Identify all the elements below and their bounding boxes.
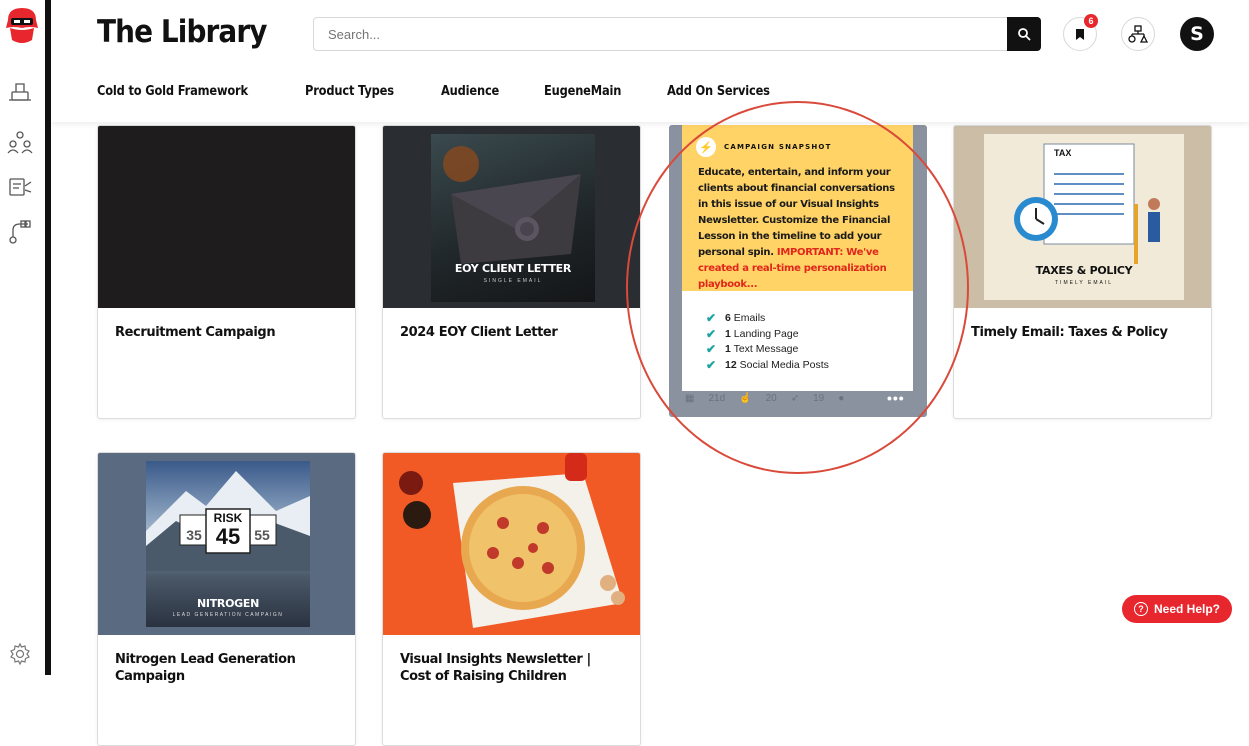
pizza-illustration <box>399 453 625 628</box>
asset-label: Emails <box>733 312 766 324</box>
bookmark-icon <box>1076 28 1084 40</box>
checkmark-icon: ✔ <box>706 311 717 325</box>
bookmarks-button[interactable]: 6 <box>1063 14 1098 51</box>
hierarchy-shapes-icon <box>1128 25 1148 43</box>
menu-item-cold-to-gold[interactable]: Cold to Gold Framework <box>97 84 248 99</box>
thumb-subtitle: SINGLE EMAIL <box>483 278 543 284</box>
menu-item-audience[interactable]: Audience <box>441 84 499 99</box>
calendar-icon: ▦ <box>685 393 695 404</box>
list-item: ✔ 1 Landing Page <box>706 327 829 343</box>
stat-days: 21d <box>708 393 726 404</box>
stat-likes: 20 <box>765 393 777 404</box>
asset-list: ✔ 6 Emails ✔ 1 Landing Page ✔ 1 Text Messag… <box>706 311 829 373</box>
card-title: Recruitment Campaign <box>115 325 276 340</box>
menu-item-add-on-services[interactable]: Add On Services <box>667 84 770 99</box>
rocket-icon: ➶ <box>790 393 800 404</box>
thumb-title: NITROGEN <box>197 597 259 610</box>
bookmark-count-badge: 6 <box>1084 14 1098 28</box>
category-menu: Cold to Gold Framework Product Types Aud… <box>97 84 784 99</box>
snapshot-description: Educate, entertain, and inform your clie… <box>698 165 903 293</box>
snapshot-label: CAMPAIGN SNAPSHOT <box>724 143 832 151</box>
inbox-tray-icon[interactable] <box>6 78 34 106</box>
asset-count: 1 <box>725 327 731 340</box>
campaign-card[interactable]: EOY CLIENT LETTER SINGLE EMAIL 2024 EOY … <box>382 125 641 419</box>
hand-icon: ☝ <box>739 393 752 404</box>
asset-label: Landing Page <box>733 327 799 340</box>
campaign-card[interactable]: Visual Insights Newsletter | Cost of Rai… <box>382 452 641 746</box>
card-title: Nitrogen Lead Generation Campaign <box>115 652 296 684</box>
question-icon: ? <box>1134 602 1148 616</box>
list-item: ✔ 6 Emails <box>706 311 829 327</box>
need-help-button[interactable]: ? Need Help? <box>1122 595 1233 623</box>
search-input[interactable] <box>313 17 1041 51</box>
left-rail <box>0 0 45 675</box>
page-title: The Library <box>97 14 267 50</box>
asset-label: Social Media Posts <box>739 358 829 371</box>
checkmark-icon: ✔ <box>706 342 717 356</box>
snapshot-assets: ✔ 6 Emails ✔ 1 Landing Page ✔ 1 Text Messag… <box>682 291 913 391</box>
card-thumbnail <box>98 126 355 308</box>
thumb-tag: TAX <box>1054 148 1072 158</box>
mountain-image: RISK 45 35 55 NITROGEN LEAD GENERATION C… <box>146 461 310 627</box>
card-thumbnail: EOY CLIENT LETTER SINGLE EMAIL <box>383 126 640 308</box>
lightning-bolt-icon: ⚡ <box>696 137 716 157</box>
asset-count: 1 <box>725 343 731 355</box>
card-title: Visual Insights Newsletter | Cost of Rai… <box>400 652 591 684</box>
search-button[interactable] <box>1007 17 1041 51</box>
list-item: ✔ 12 Social Media Posts <box>706 358 829 374</box>
help-label: Need Help? <box>1154 602 1221 616</box>
card-thumbnail <box>383 453 640 635</box>
thumb-title: EOY CLIENT LETTER <box>454 262 572 275</box>
envelope-image: EOY CLIENT LETTER SINGLE EMAIL <box>431 134 595 302</box>
checkmark-icon: ✔ <box>706 326 717 341</box>
campaign-card[interactable]: RISK 45 35 55 NITROGEN LEAD GENERATION C… <box>97 452 356 746</box>
envelope-illustration <box>443 146 581 264</box>
thumb-subtitle: TIMELY EMAIL <box>1055 280 1113 286</box>
stat-launches: 19 <box>813 393 825 404</box>
workflow-icon[interactable] <box>6 218 34 246</box>
snapshot-text: Educate, entertain, and inform your clie… <box>698 167 895 258</box>
campaign-snapshot-overlay[interactable]: ⚡ CAMPAIGN SNAPSHOT Educate, entertain, … <box>669 125 927 417</box>
risk-left-value: 35 <box>186 527 202 543</box>
card-thumbnail: RISK 45 35 55 NITROGEN LEAD GENERATION C… <box>98 453 355 635</box>
announcement-icon[interactable] <box>6 174 34 202</box>
user-avatar[interactable]: S <box>1180 17 1214 51</box>
card-title: Timely Email: Taxes & Policy <box>971 325 1168 340</box>
thumb-subtitle: LEAD GENERATION CAMPAIGN <box>172 612 284 618</box>
card-title: 2024 EOY Client Letter <box>400 325 558 340</box>
check-circle-icon: ● <box>838 393 845 404</box>
card-thumbnail: TAX TAXES & POLICY TIMELY EMAIL <box>954 126 1211 308</box>
ninja-logo-icon[interactable] <box>4 6 40 46</box>
people-group-icon[interactable] <box>6 128 34 156</box>
settings-gear-icon[interactable] <box>8 642 32 666</box>
list-item: ✔ 1 Text Message <box>706 342 829 358</box>
risk-value: 45 <box>215 524 241 549</box>
campaign-card[interactable]: TAX TAXES & POLICY TIMELY EMAIL Timely E… <box>953 125 1212 419</box>
asset-count: 6 <box>725 312 731 324</box>
asset-count: 12 <box>725 358 737 371</box>
snapshot-summary: ⚡ CAMPAIGN SNAPSHOT Educate, entertain, … <box>682 125 913 291</box>
risk-label: RISK <box>213 511 243 525</box>
search-icon <box>1018 28 1031 41</box>
more-options-button[interactable]: ••• <box>887 390 905 406</box>
snapshot-stats: ▦ 21d ☝ 20 ➶ 19 ● <box>685 393 844 404</box>
thumb-title: TAXES & POLICY <box>1035 264 1133 277</box>
hierarchy-button[interactable] <box>1121 17 1155 51</box>
top-header: The Library 6 S Cold to Gold Framework P… <box>51 0 1249 122</box>
asset-label: Text Message <box>733 343 799 355</box>
campaign-card[interactable]: Recruitment Campaign <box>97 125 356 419</box>
taxes-illustration: TAX TAXES & POLICY TIMELY EMAIL <box>984 134 1184 300</box>
checkmark-icon: ✔ <box>706 357 717 372</box>
menu-item-eugenemain[interactable]: EugeneMain <box>544 84 621 99</box>
risk-right-value: 55 <box>254 527 270 543</box>
menu-item-product-types[interactable]: Product Types <box>305 84 394 99</box>
